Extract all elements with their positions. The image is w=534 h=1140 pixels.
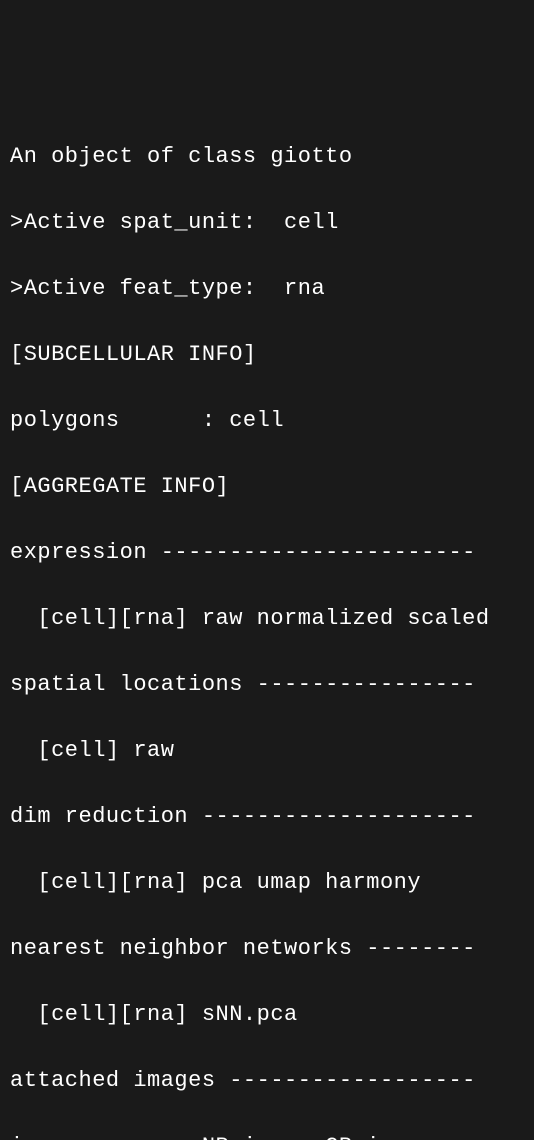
console-line-subcellular-header: [SUBCELLULAR INFO]	[10, 338, 524, 371]
console-line-active-feat-type: >Active feat_type: rna	[10, 272, 524, 305]
console-line-nearest-neighbor-header: nearest neighbor networks --------	[10, 932, 524, 965]
console-line-object-class: An object of class giotto	[10, 140, 524, 173]
console-line-dim-reduction-detail: [cell][rna] pca umap harmony	[10, 866, 524, 899]
console-line-aggregate-header: [AGGREGATE INFO]	[10, 470, 524, 503]
console-line-expression-detail: [cell][rna] raw normalized scaled	[10, 602, 524, 635]
console-line-active-spat-unit: >Active spat_unit: cell	[10, 206, 524, 239]
console-line-dim-reduction-header: dim reduction --------------------	[10, 800, 524, 833]
console-line-attached-images-header: attached images ------------------	[10, 1064, 524, 1097]
console-line-nearest-neighbor-detail: [cell][rna] sNN.pca	[10, 998, 524, 1031]
console-line-images-detail: images : NP-image CP-image	[10, 1130, 524, 1140]
console-line-spatial-locations-detail: [cell] raw	[10, 734, 524, 767]
console-line-spatial-locations-header: spatial locations ----------------	[10, 668, 524, 701]
console-line-polygons: polygons : cell	[10, 404, 524, 437]
console-line-expression-header: expression -----------------------	[10, 536, 524, 569]
